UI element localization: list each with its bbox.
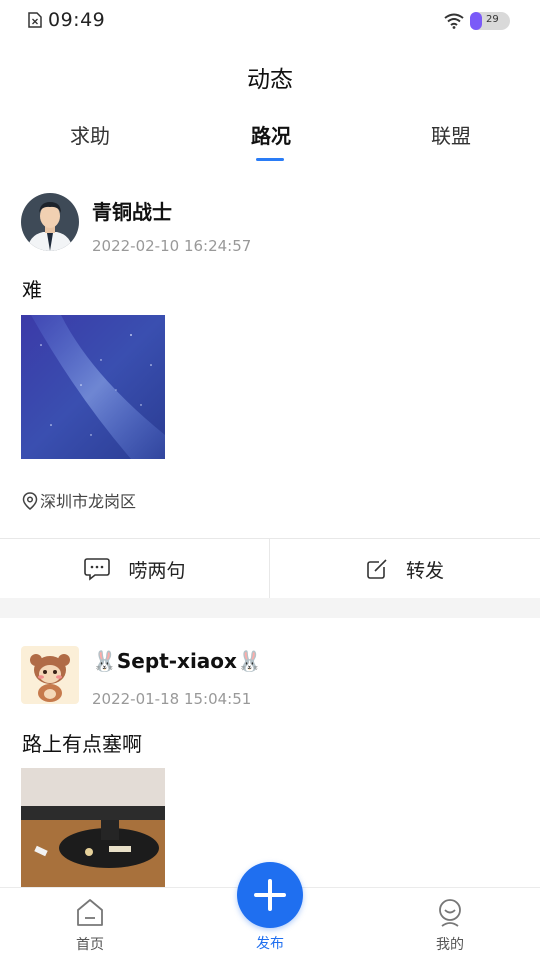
publish-button[interactable] <box>237 862 303 928</box>
home-icon <box>77 899 103 926</box>
nav-publish-label[interactable]: 发布 <box>220 933 320 953</box>
post-location[interactable]: 深圳市龙岗区 <box>22 488 136 512</box>
post-separator <box>0 598 540 618</box>
wifi-icon <box>444 13 464 29</box>
tab-bar: 求助 路况 联盟 <box>0 120 540 170</box>
tab-alliance[interactable]: 联盟 <box>391 120 511 149</box>
galaxy-photo-image <box>21 315 165 459</box>
status-time: 09:49 <box>48 9 106 31</box>
sim-card-icon <box>28 12 42 28</box>
plus-icon <box>254 879 286 911</box>
post-content: 路上有点塞啊 <box>22 732 142 756</box>
forward-label: 转发 <box>405 559 444 582</box>
page-title: 动态 <box>247 67 293 93</box>
user-avatar-image <box>21 646 79 704</box>
tab-active-indicator <box>256 158 284 161</box>
location-pin-icon <box>22 492 38 510</box>
user-avatar-image <box>21 193 79 251</box>
tab-help[interactable]: 求助 <box>30 120 150 149</box>
post-timestamp: 2022-02-10 16:24:57 <box>92 237 252 255</box>
profile-icon <box>439 899 461 927</box>
post-photo[interactable] <box>21 768 165 887</box>
comment-label: 唠两句 <box>128 559 186 582</box>
post-content: 难 <box>22 278 42 302</box>
nav-home-label: 首页 <box>76 937 104 953</box>
post-timestamp: 2022-01-18 15:04:51 <box>92 690 252 708</box>
post-username[interactable]: 🐰Sept-xiaox🐰 <box>92 649 262 673</box>
tab-road-condition[interactable]: 路况 <box>211 120 331 161</box>
battery-fill <box>470 12 482 30</box>
share-edit-icon <box>367 559 387 579</box>
post-photo[interactable] <box>21 315 165 459</box>
battery-text: 29 <box>486 14 499 25</box>
forward-button[interactable]: 转发 <box>270 539 540 599</box>
comment-button[interactable]: 唠两句 <box>0 539 270 599</box>
battery-indicator: 29 <box>470 12 510 30</box>
status-bar: 09:49 29 <box>0 0 540 40</box>
comment-icon <box>84 558 111 581</box>
avatar[interactable] <box>21 193 79 251</box>
post-actions: 唠两句 转发 <box>0 538 540 599</box>
location-text: 深圳市龙岗区 <box>40 492 137 511</box>
post-username[interactable]: 青铜战士 <box>92 196 172 225</box>
tab-road-condition-label: 路况 <box>251 124 291 148</box>
avatar[interactable] <box>21 646 79 704</box>
desk-photo-image <box>21 768 165 887</box>
nav-mine[interactable]: 我的 <box>400 888 500 961</box>
nav-home[interactable]: 首页 <box>40 888 140 961</box>
nav-mine-label: 我的 <box>436 937 464 953</box>
